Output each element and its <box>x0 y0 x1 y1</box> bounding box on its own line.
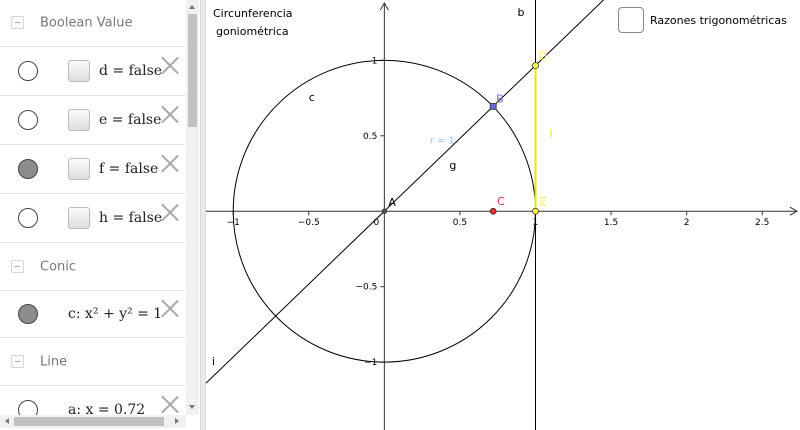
scroll-up-arrow-icon[interactable] <box>188 2 197 12</box>
label-E: E <box>539 195 546 208</box>
visibility-marble-h[interactable] <box>18 208 38 228</box>
checkbox-d[interactable] <box>68 60 90 82</box>
collapse-icon[interactable] <box>11 354 24 368</box>
checkbox-f[interactable] <box>68 158 90 180</box>
group-label-line: Line <box>40 354 68 369</box>
title-line-2: goniométrica <box>216 25 289 38</box>
geometry-canvas[interactable]: −1−0.500.511.522.510.5−0.5−1ABCDEbcgilr … <box>206 0 800 430</box>
algebra-text-h[interactable]: h = false <box>99 210 162 226</box>
scroll-right-arrow-icon[interactable] <box>172 417 182 426</box>
algebra-row-c[interactable]: c: x² + y² = 1 <box>0 291 185 338</box>
delete-icon[interactable] <box>161 105 179 123</box>
label-l: l <box>549 127 552 140</box>
algebra-row-d[interactable]: d = false <box>0 47 185 96</box>
algebra-text-f[interactable]: f = false <box>99 161 158 177</box>
label-D: D <box>538 50 546 63</box>
x-tick-label: 1.5 <box>604 218 618 228</box>
y-tick-label: −1 <box>364 358 377 368</box>
razones-checkbox-label[interactable]: Razones trigonométricas <box>650 14 787 27</box>
delete-icon[interactable] <box>161 203 179 221</box>
label-A: A <box>388 196 396 209</box>
x-tick-label: 2.5 <box>755 218 769 228</box>
algebra-row-e[interactable]: e = false <box>0 96 185 145</box>
line-through-origin[interactable] <box>206 0 800 384</box>
razones-checkbox[interactable] <box>618 7 644 33</box>
checkbox-h[interactable] <box>68 207 90 229</box>
label-r: r = 1 <box>430 135 455 146</box>
visibility-marble-e[interactable] <box>18 110 38 130</box>
label-i: i <box>212 355 215 368</box>
point-A[interactable] <box>381 208 388 214</box>
y-tick-label: 0.5 <box>363 132 377 142</box>
y-tick-label: −0.5 <box>355 283 377 293</box>
label-B: B <box>496 92 504 105</box>
delete-icon[interactable] <box>161 56 179 74</box>
collapse-icon[interactable] <box>11 259 24 273</box>
algebra-text-d[interactable]: d = false <box>99 63 162 79</box>
scroll-down-arrow-icon[interactable] <box>188 402 197 412</box>
group-header-conic[interactable]: Conic <box>0 243 185 291</box>
group-label-boolean: Boolean Value <box>40 15 133 31</box>
x-tick-label: −0.5 <box>298 218 320 228</box>
graphics-view[interactable]: −1−0.500.511.522.510.5−0.5−1ABCDEbcgilr … <box>206 0 800 430</box>
scroll-left-arrow-icon[interactable] <box>2 417 12 426</box>
horizontal-scrollbar[interactable] <box>0 415 186 428</box>
vertical-scrollbar[interactable] <box>186 0 199 415</box>
x-tick-label: 0.5 <box>453 218 467 228</box>
group-header-line[interactable]: Line <box>0 338 185 386</box>
delete-icon[interactable] <box>161 299 179 317</box>
x-tick-label: 0 <box>373 218 379 228</box>
visibility-marble-f[interactable] <box>18 159 38 179</box>
point-E[interactable] <box>532 207 539 215</box>
vertical-scroll-thumb[interactable] <box>188 14 197 127</box>
label-b: b <box>517 6 524 19</box>
y-tick-label: 1 <box>372 56 378 66</box>
label-g: g <box>449 159 456 172</box>
label-C: C <box>497 195 505 208</box>
point-C[interactable] <box>489 207 497 215</box>
algebra-row-h[interactable]: h = false <box>0 194 185 243</box>
visibility-marble-c[interactable] <box>18 304 38 324</box>
checkbox-e[interactable] <box>68 109 90 131</box>
algebra-list: Boolean Value d = false e = false f = fa… <box>0 0 185 430</box>
algebra-row-f[interactable]: f = false <box>0 145 185 194</box>
algebra-text-c[interactable]: c: x² + y² = 1 <box>68 306 162 322</box>
x-tick-label: 2 <box>684 218 690 228</box>
algebra-view: Boolean Value d = false e = false f = fa… <box>0 0 200 430</box>
algebra-text-e[interactable]: e = false <box>99 112 161 128</box>
label-c: c <box>309 91 315 104</box>
horizontal-scroll-thumb[interactable] <box>14 417 164 426</box>
delete-icon[interactable] <box>161 154 179 172</box>
delete-icon[interactable] <box>161 395 179 413</box>
visibility-marble-d[interactable] <box>18 61 38 81</box>
point-D[interactable] <box>532 62 539 69</box>
group-header-boolean[interactable]: Boolean Value <box>0 0 185 47</box>
collapse-icon[interactable] <box>11 16 24 29</box>
group-label-conic: Conic <box>40 259 77 274</box>
title-line-1: Circunferencia <box>213 7 293 20</box>
